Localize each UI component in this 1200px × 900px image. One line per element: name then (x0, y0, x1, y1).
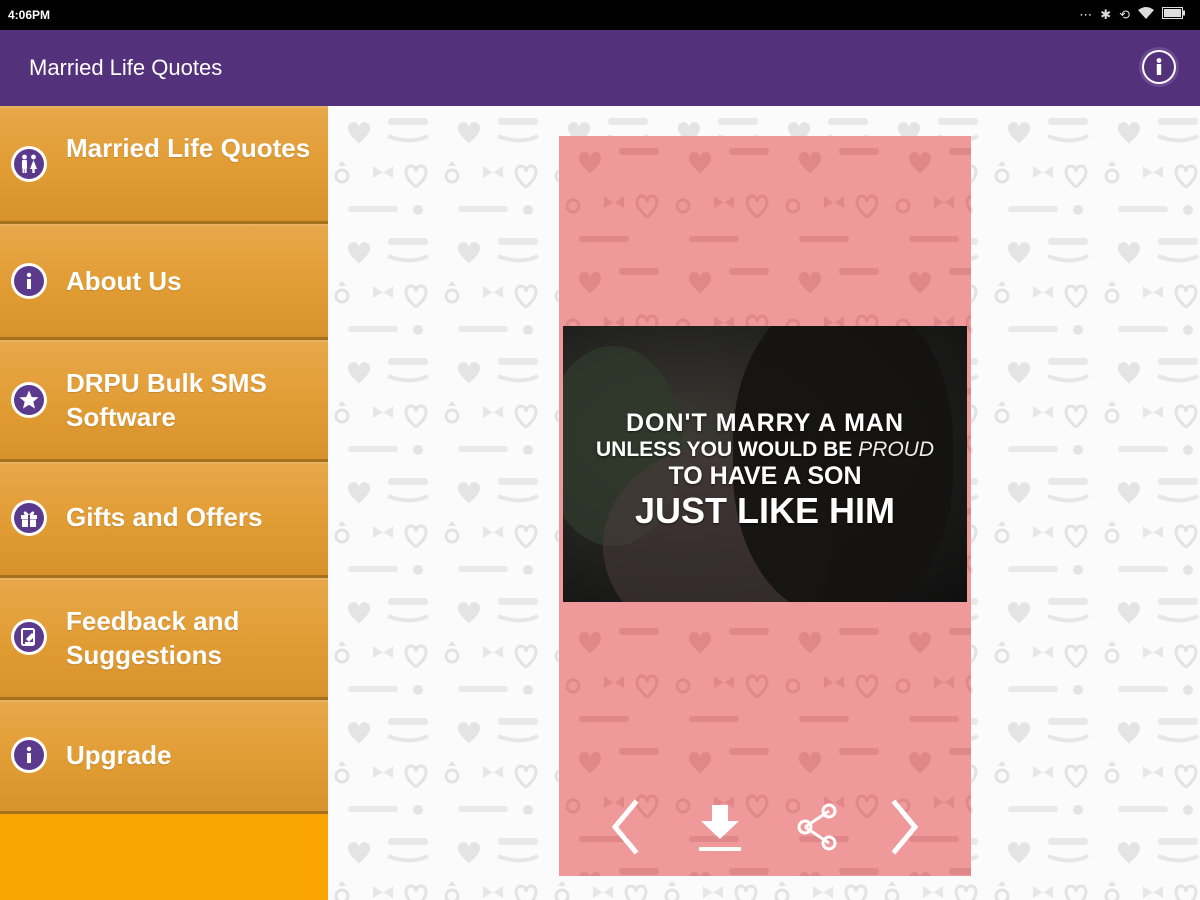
menu-item-drpu-bulk-sms[interactable]: DRPU Bulk SMS Software (0, 340, 328, 462)
quote-text: DON'T MARRY A MAN UNLESS YOU WOULD BE PR… (563, 408, 967, 532)
status-icons: ⋯ ✱ ⟲ (1079, 6, 1186, 24)
quote-line-2-start: UNLESS YOU WOULD BE (596, 438, 859, 461)
quote-line-2: UNLESS YOU WOULD BE PROUD (563, 438, 967, 462)
info-icon (11, 263, 47, 299)
share-icon (797, 803, 837, 851)
quote-line-4: JUST LIKE HIM (634, 490, 895, 531)
quote-line-1: DON'T MARRY A MAN (625, 409, 905, 437)
menu-item-label: Feedback and Suggestions (66, 606, 240, 670)
chevron-right-icon (891, 799, 919, 855)
menu-item-feedback-and-suggestions[interactable]: Feedback and Suggestions (0, 578, 328, 700)
previous-button[interactable] (595, 792, 655, 862)
menu-item-label: About Us (66, 266, 182, 296)
navigation-drawer: Married Life Quotes About Us DRPU Bulk S… (0, 106, 328, 900)
quote-line-2-emphasis: PROUD (858, 438, 934, 461)
app-bar: Married Life Quotes (0, 30, 1200, 106)
content-area: DON'T MARRY A MAN UNLESS YOU WOULD BE PR… (328, 106, 1200, 900)
info-icon (11, 737, 47, 773)
rotation-icon: ⟲ (1119, 7, 1130, 22)
info-icon (1144, 52, 1174, 82)
share-button[interactable] (788, 792, 848, 862)
status-bar: 4:06PM ⋯ ✱ ⟲ (0, 0, 1200, 30)
menu-item-married-life-quotes[interactable]: Married Life Quotes (0, 106, 328, 224)
bluetooth-icon: ✱ (1100, 7, 1112, 22)
star-icon (11, 382, 47, 418)
menu-item-label: Married Life Quotes (66, 133, 311, 163)
menu-item-label: Gifts and Offers (66, 502, 263, 532)
battery-icon (1162, 7, 1186, 23)
status-time: 4:06PM (8, 8, 51, 22)
app-title: Married Life Quotes (29, 55, 223, 80)
menu-item-about-us[interactable]: About Us (0, 224, 328, 340)
download-button[interactable] (690, 792, 750, 862)
menu-item-gifts-and-offers[interactable]: Gifts and Offers (0, 462, 328, 578)
menu-item-label: DRPU Bulk SMS Software (66, 368, 267, 432)
quote-card: DON'T MARRY A MAN UNLESS YOU WOULD BE PR… (559, 136, 971, 876)
menu-item-upgrade[interactable]: Upgrade (0, 700, 328, 814)
next-button[interactable] (875, 792, 935, 862)
info-button[interactable] (1142, 50, 1176, 84)
chevron-left-icon (611, 799, 639, 855)
notification-dots-icon: ⋯ (1079, 7, 1093, 22)
gift-icon (11, 500, 47, 536)
download-icon (699, 805, 741, 851)
feedback-icon (11, 619, 47, 655)
wifi-icon (1138, 6, 1154, 24)
quote-line-3: TO HAVE A SON (668, 462, 862, 490)
quote-image: DON'T MARRY A MAN UNLESS YOU WOULD BE PR… (563, 326, 967, 602)
couple-icon (11, 146, 47, 182)
quote-controls (559, 792, 971, 862)
menu-item-label: Upgrade (66, 740, 172, 770)
